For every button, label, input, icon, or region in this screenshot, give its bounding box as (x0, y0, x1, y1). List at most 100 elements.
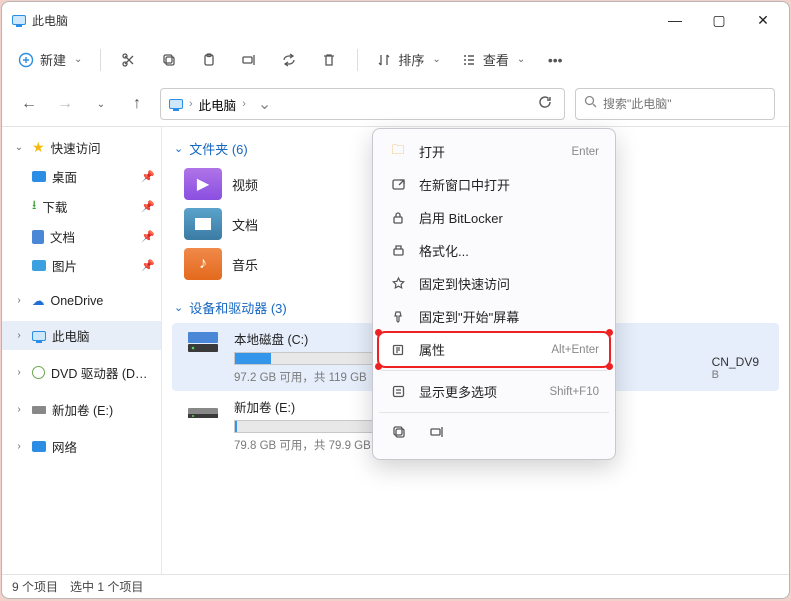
pin-icon: 📌 (141, 200, 155, 213)
pin-icon: 📌 (141, 170, 155, 183)
sidebar-label: 下载 (42, 197, 67, 216)
up-button[interactable]: ↑ (124, 91, 150, 117)
back-button[interactable]: ← (16, 91, 42, 117)
chevron-right-icon: › (12, 441, 26, 452)
ctx-pin-quick-access[interactable]: 固定到快速访问 (379, 267, 609, 300)
ctx-shortcut: Alt+Enter (551, 344, 599, 356)
sidebar: ⌄ ★ 快速访问 桌面 📌 ⭳ 下载 📌 文档 📌 图片 (2, 127, 162, 574)
window-title-text: 此电脑 (32, 12, 68, 29)
chevron-down-icon: ⌄ (12, 142, 26, 153)
address-dropdown[interactable]: ⌄ (252, 94, 277, 114)
sidebar-item-this-pc[interactable]: › 此电脑 (2, 321, 161, 350)
sidebar-item-dvd[interactable]: › DVD 驱动器 (D:) CC (2, 358, 161, 387)
star-icon: ★ (32, 139, 45, 156)
properties-icon (389, 341, 407, 359)
recent-chevron[interactable]: ⌄ (88, 91, 114, 117)
refresh-button[interactable] (530, 95, 560, 114)
sidebar-label: 桌面 (52, 167, 77, 186)
share-button[interactable] (271, 44, 307, 76)
ctx-properties[interactable]: 属性 Alt+Enter (379, 333, 609, 366)
sidebar-item-onedrive[interactable]: › ☁ OneDrive (2, 288, 161, 313)
star-outline-icon (389, 275, 407, 293)
maximize-button[interactable]: ▢ (697, 5, 741, 35)
folder-label: 音乐 (232, 255, 258, 274)
download-icon: ⭳ (32, 196, 36, 217)
search-box[interactable] (575, 88, 775, 120)
status-bar: 9 个项目 选中 1 个项目 (2, 574, 789, 598)
drive-name: CN_DV9 (712, 355, 759, 369)
pc-icon (32, 331, 46, 341)
drive-item-partial[interactable]: CN_DV9 B (712, 355, 759, 381)
toolbar: 新建 ⌄ 排序 ⌄ 查看 ⌄ ••• (2, 38, 789, 82)
sidebar-label: 快速访问 (51, 138, 101, 157)
ctx-bitlocker[interactable]: 启用 BitLocker (379, 201, 609, 234)
group-label: 设备和驱动器 (3) (189, 298, 287, 317)
sidebar-item-quick-access[interactable]: ⌄ ★ 快速访问 (2, 133, 161, 162)
ctx-pin-start[interactable]: 固定到"开始"屏幕 (379, 300, 609, 333)
sidebar-label: 文档 (50, 227, 75, 246)
ctx-shortcut: Enter (572, 146, 600, 158)
context-menu: 🗀 打开 Enter 在新窗口中打开 启用 BitLocker 格式化... 固… (372, 128, 616, 460)
breadcrumb-thispc[interactable]: 此电脑 (199, 95, 237, 114)
ctx-label: 显示更多选项 (419, 382, 497, 401)
ctx-label: 固定到快速访问 (419, 274, 510, 293)
titlebar: 此电脑 — ▢ ✕ (2, 2, 789, 38)
ctx-format[interactable]: 格式化... (379, 234, 609, 267)
chevron-right-icon: › (12, 330, 26, 341)
chevron-down-icon: ⌄ (432, 54, 440, 65)
sidebar-item-documents[interactable]: 文档 📌 (2, 222, 161, 251)
paste-button[interactable] (191, 44, 227, 76)
new-button[interactable]: 新建 ⌄ (10, 46, 90, 73)
copy-button[interactable] (151, 44, 187, 76)
group-label: 文件夹 (6) (189, 139, 248, 158)
new-window-icon (389, 176, 407, 194)
chevron-right-icon: › (189, 98, 193, 110)
folder-label: 文档 (232, 215, 258, 234)
rename-button[interactable] (231, 44, 267, 76)
delete-button[interactable] (311, 44, 347, 76)
more-options-icon (389, 383, 407, 401)
ctx-open-new-window[interactable]: 在新窗口中打开 (379, 168, 609, 201)
sidebar-label: 新加卷 (E:) (52, 400, 113, 419)
drive-icon (184, 397, 222, 425)
music-folder-icon: ♪ (184, 248, 222, 280)
window-title: 此电脑 (12, 12, 68, 29)
sidebar-label: 图片 (52, 256, 77, 275)
sidebar-label: 此电脑 (52, 326, 90, 345)
sidebar-label: DVD 驱动器 (D:) CC (51, 363, 151, 382)
status-item-count: 9 个项目 (12, 578, 58, 595)
search-input[interactable] (603, 97, 766, 111)
ctx-icon-row (379, 412, 609, 453)
sidebar-item-network[interactable]: › 网络 (2, 432, 161, 461)
ctx-label: 启用 BitLocker (419, 208, 503, 227)
chevron-down-icon: ⌄ (174, 301, 183, 314)
sidebar-item-pictures[interactable]: 图片 📌 (2, 251, 161, 280)
sidebar-item-new-volume[interactable]: › 新加卷 (E:) (2, 395, 161, 424)
view-label: 查看 (483, 50, 509, 69)
ctx-show-more[interactable]: 显示更多选项 Shift+F10 (379, 375, 609, 408)
sidebar-item-downloads[interactable]: ⭳ 下载 📌 (2, 191, 161, 222)
drive-sub: B (712, 369, 759, 381)
cloud-icon: ☁ (32, 293, 45, 308)
forward-button[interactable]: → (52, 91, 78, 117)
picture-icon (32, 260, 46, 271)
minimize-button[interactable]: — (653, 5, 697, 35)
more-button[interactable]: ••• (537, 44, 573, 76)
cut-button[interactable] (111, 44, 147, 76)
format-icon (389, 242, 407, 260)
sort-button[interactable]: 排序 ⌄ (368, 46, 448, 73)
view-button[interactable]: 查看 ⌄ (453, 46, 533, 73)
chevron-down-icon: ⌄ (517, 54, 525, 65)
search-icon (584, 95, 597, 113)
chevron-down-icon: ⌄ (74, 54, 82, 65)
pc-icon (169, 99, 183, 109)
ctx-separator (381, 370, 607, 371)
ctx-copy-button[interactable] (385, 419, 413, 445)
ctx-rename-button[interactable] (423, 419, 451, 445)
sidebar-item-desktop[interactable]: 桌面 📌 (2, 162, 161, 191)
close-button[interactable]: ✕ (741, 5, 785, 35)
ctx-open[interactable]: 🗀 打开 Enter (379, 135, 609, 168)
new-label: 新建 (40, 50, 66, 69)
address-bar[interactable]: › 此电脑 › ⌄ (160, 88, 565, 120)
view-icon (461, 52, 477, 68)
